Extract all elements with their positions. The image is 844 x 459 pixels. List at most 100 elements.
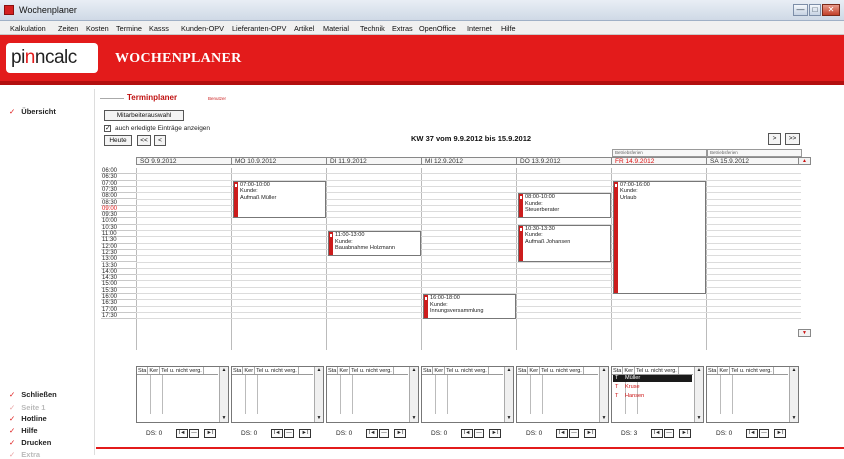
scroll-up-arrow-icon[interactable]: ▲: [410, 367, 418, 374]
nav-remove-button[interactable]: —: [189, 429, 199, 438]
nav-first-button[interactable]: I◄: [271, 429, 283, 438]
menu-item-8[interactable]: Material: [323, 24, 349, 33]
task-listbox[interactable]: Sta Ker Tel u. nicht verg. ▲ ▼ T Müller T Kruse T…: [611, 366, 704, 423]
scroll-down-button[interactable]: ▼: [798, 329, 811, 337]
nav-last-button[interactable]: ►I: [679, 429, 691, 438]
listbox-column-header[interactable]: Ker: [148, 367, 161, 374]
listbox-column-header[interactable]: Tel u. nicht verg.: [635, 367, 679, 374]
nav-remove-button[interactable]: —: [569, 429, 579, 438]
menu-item-5[interactable]: Kunden-OPV: [181, 24, 224, 33]
menu-item-11[interactable]: OpenOffice: [419, 24, 456, 33]
nav-first-button[interactable]: I◄: [651, 429, 663, 438]
nav-last-button[interactable]: ►I: [394, 429, 406, 438]
listbox-column-header[interactable]: Tel u. nicht verg.: [160, 367, 204, 374]
listbox-column-header[interactable]: Sta: [707, 367, 719, 374]
scroll-up-arrow-icon[interactable]: ▲: [505, 367, 513, 374]
nav-remove-button[interactable]: —: [474, 429, 484, 438]
nav-first-button[interactable]: I◄: [556, 429, 568, 438]
listbox-column-header[interactable]: Sta: [137, 367, 149, 374]
next-day-button[interactable]: >: [768, 133, 781, 145]
prev-week-button[interactable]: <<: [137, 135, 151, 146]
nav-last-button[interactable]: ►I: [204, 429, 216, 438]
list-item[interactable]: T Hansen: [613, 393, 692, 400]
nav-first-button[interactable]: I◄: [366, 429, 378, 438]
listbox-scrollbar[interactable]: ▲ ▼: [599, 367, 608, 422]
menu-item-0[interactable]: Kalkulation: [10, 24, 46, 33]
menu-item-7[interactable]: Artikel: [294, 24, 314, 33]
nav-last-button[interactable]: ►I: [299, 429, 311, 438]
listbox-column-header[interactable]: Tel u. nicht verg.: [730, 367, 774, 374]
list-item[interactable]: T Kruse: [613, 384, 692, 391]
maximize-button[interactable]: □: [809, 4, 821, 16]
listbox-column-header[interactable]: Ker: [623, 367, 636, 374]
listbox-scrollbar[interactable]: ▲ ▼: [789, 367, 798, 422]
listbox-column-header[interactable]: Ker: [243, 367, 256, 374]
menu-item-9[interactable]: Technik: [360, 24, 385, 33]
scroll-up-arrow-icon[interactable]: ▲: [600, 367, 608, 374]
scroll-down-arrow-icon[interactable]: ▼: [695, 415, 703, 422]
sidebar-item-2[interactable]: ✓ Hotline: [9, 414, 47, 423]
listbox-column-header[interactable]: Tel u. nicht verg.: [350, 367, 394, 374]
appointment[interactable]: 07:00-16:00 Kunde: Urlaub: [613, 180, 706, 294]
task-listbox[interactable]: Sta Ker Tel u. nicht verg. ▲ ▼: [421, 366, 514, 423]
task-listbox[interactable]: Sta Ker Tel u. nicht verg. ▲ ▼: [706, 366, 799, 423]
sidebar-item-4[interactable]: ✓ Drucken: [9, 438, 51, 447]
minimize-button[interactable]: —: [793, 4, 808, 16]
day-column[interactable]: [706, 168, 801, 350]
nav-first-button[interactable]: I◄: [176, 429, 188, 438]
listbox-column-header[interactable]: Sta: [327, 367, 339, 374]
nav-last-button[interactable]: ►I: [774, 429, 786, 438]
nav-remove-button[interactable]: —: [664, 429, 674, 438]
task-listbox[interactable]: Sta Ker Tel u. nicht verg. ▲ ▼: [231, 366, 324, 423]
appointment[interactable]: 10:30-13:30 Kunde: Aufmaß Johansen: [518, 224, 611, 263]
nav-last-button[interactable]: ►I: [489, 429, 501, 438]
listbox-column-header[interactable]: Ker: [718, 367, 731, 374]
listbox-column-header[interactable]: Sta: [422, 367, 434, 374]
nav-remove-button[interactable]: —: [759, 429, 769, 438]
listbox-column-header[interactable]: Ker: [433, 367, 446, 374]
listbox-column-header[interactable]: Sta: [612, 367, 624, 374]
sidebar-item-uebersicht[interactable]: ✓ Übersicht: [9, 107, 56, 116]
scroll-up-arrow-icon[interactable]: ▲: [790, 367, 798, 374]
day-column[interactable]: [326, 168, 421, 350]
scroll-down-arrow-icon[interactable]: ▼: [410, 415, 418, 422]
nav-first-button[interactable]: I◄: [746, 429, 758, 438]
scroll-down-arrow-icon[interactable]: ▼: [315, 415, 323, 422]
listbox-scrollbar[interactable]: ▲ ▼: [314, 367, 323, 422]
show-done-checkbox[interactable]: ✓: [104, 125, 111, 132]
scroll-down-arrow-icon[interactable]: ▼: [220, 415, 228, 422]
listbox-column-header[interactable]: Tel u. nicht verg.: [540, 367, 584, 374]
scroll-down-arrow-icon[interactable]: ▼: [505, 415, 513, 422]
nav-remove-button[interactable]: —: [284, 429, 294, 438]
menu-item-12[interactable]: Internet: [467, 24, 492, 33]
prev-day-button[interactable]: <: [154, 135, 166, 146]
list-item[interactable]: T Müller: [613, 375, 692, 382]
next-week-button[interactable]: >>: [785, 133, 800, 145]
listbox-column-header[interactable]: Sta: [232, 367, 244, 374]
close-button[interactable]: ✕: [822, 4, 840, 16]
staff-selection-button[interactable]: Mitarbeiterauswahl: [104, 110, 184, 121]
day-column[interactable]: [136, 168, 231, 350]
listbox-column-header[interactable]: Sta: [517, 367, 529, 374]
listbox-column-header[interactable]: Ker: [528, 367, 541, 374]
day-column[interactable]: [421, 168, 516, 350]
appointment[interactable]: 07:00-10:00 Kunde: Aufmaß Müller: [233, 180, 326, 219]
scroll-up-arrow-icon[interactable]: ▲: [220, 367, 228, 374]
sidebar-item-0[interactable]: ✓ Schließen: [9, 390, 57, 399]
scroll-down-arrow-icon[interactable]: ▼: [600, 415, 608, 422]
listbox-scrollbar[interactable]: ▲ ▼: [694, 367, 703, 422]
scroll-down-arrow-icon[interactable]: ▼: [790, 415, 798, 422]
task-listbox[interactable]: Sta Ker Tel u. nicht verg. ▲ ▼: [326, 366, 419, 423]
listbox-scrollbar[interactable]: ▲ ▼: [409, 367, 418, 422]
scroll-up-arrow-icon[interactable]: ▲: [315, 367, 323, 374]
menu-item-3[interactable]: Termine: [116, 24, 142, 33]
scroll-up-arrow-icon[interactable]: ▲: [695, 367, 703, 374]
menu-item-2[interactable]: Kosten: [86, 24, 109, 33]
sidebar-item-3[interactable]: ✓ Hilfe: [9, 426, 38, 435]
listbox-column-header[interactable]: Tel u. nicht verg.: [445, 367, 489, 374]
appointment[interactable]: 16:00-18:00 Kunde: Innungsversammlung: [423, 294, 516, 320]
menu-item-6[interactable]: Lieferanten-OPV: [232, 24, 286, 33]
menu-item-4[interactable]: Kasss: [149, 24, 169, 33]
listbox-scrollbar[interactable]: ▲ ▼: [504, 367, 513, 422]
appointment[interactable]: 08:00-10:00 Kunde: Steuerberater: [518, 193, 611, 219]
